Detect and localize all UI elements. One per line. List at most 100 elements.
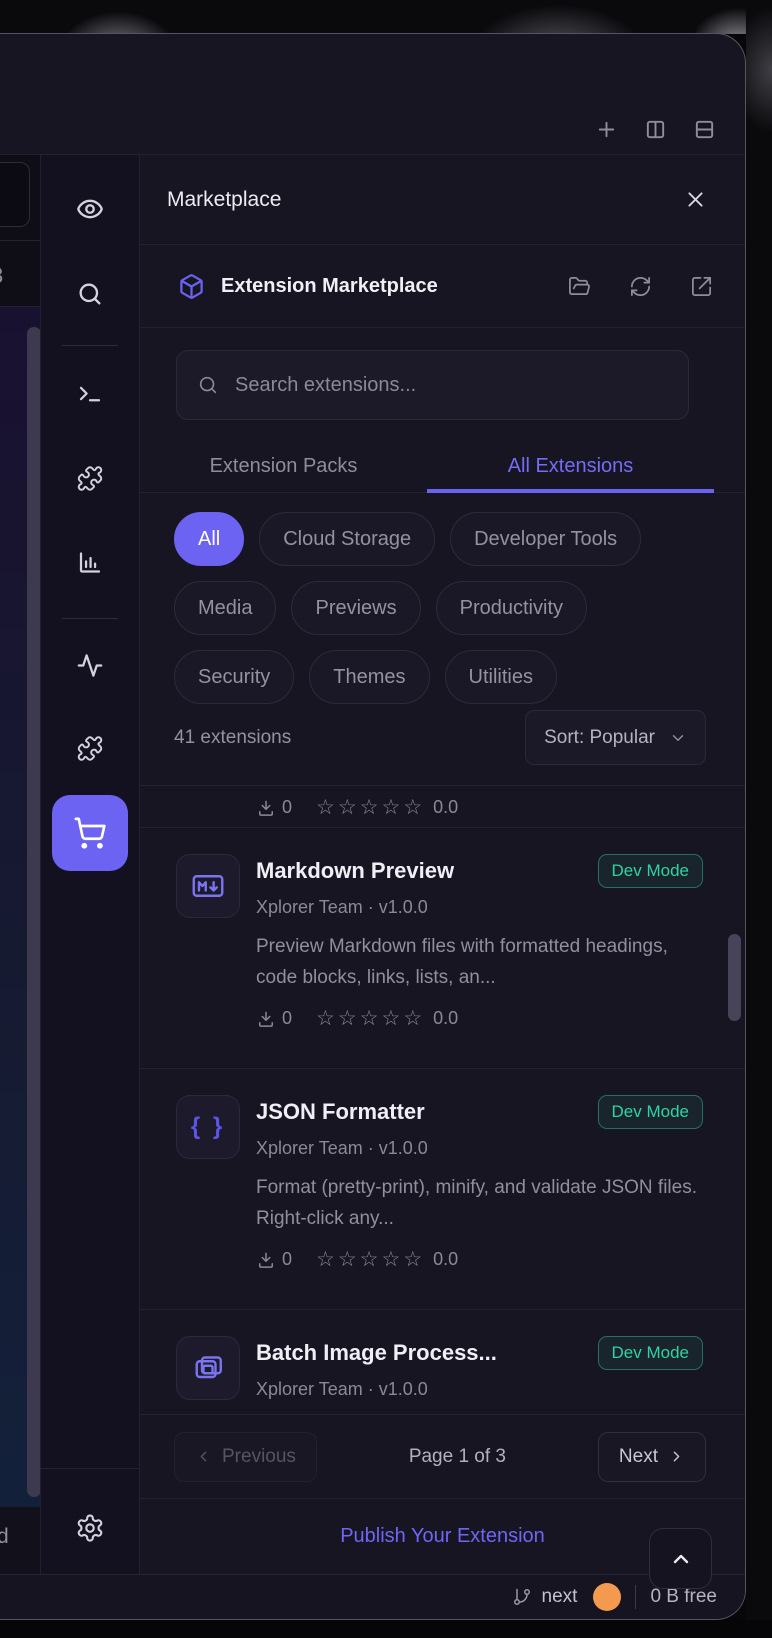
extension-name: Batch Image Process...: [256, 1340, 497, 1366]
filter-chip[interactable]: Previews: [291, 581, 420, 635]
star-rating-icons: ☆☆☆☆☆: [316, 1006, 425, 1031]
clipped-text: d: [0, 1525, 9, 1549]
refresh-icon[interactable]: [629, 275, 652, 298]
chevron-left-icon: [195, 1448, 212, 1465]
page-indicator: Page 1 of 3: [317, 1446, 598, 1468]
filter-chip-label: Developer Tools: [474, 528, 617, 551]
filter-chip-label: Security: [198, 666, 270, 689]
bar-chart-icon[interactable]: [77, 549, 104, 576]
statusbar-divider: [635, 1585, 636, 1609]
puzzle-icon[interactable]: [77, 465, 104, 492]
next-label: Next: [619, 1446, 658, 1468]
sidebar-divider: [41, 1468, 139, 1469]
extension-description: Batch resize, convert, and compress imag…: [256, 1413, 703, 1414]
clipped-statusbar-cell: d: [0, 1507, 40, 1574]
extension-card-body: Batch Image Process... Dev Mode Xplorer …: [256, 1336, 703, 1414]
extension-card[interactable]: Markdown Preview Dev Mode Xplorer Team ·…: [140, 827, 745, 1068]
clipped-button[interactable]: [0, 162, 30, 227]
shopping-cart-icon: [73, 816, 107, 850]
photo-background-top: [0, 0, 772, 34]
plugin-icon[interactable]: [77, 735, 104, 762]
filter-chips: All Cloud Storage Developer Tools Media Prev…: [140, 493, 745, 710]
external-link-icon[interactable]: [690, 275, 713, 298]
rating-value: 0.0: [433, 1249, 458, 1270]
chevron-down-icon: [669, 729, 687, 747]
filter-chip[interactable]: Security: [174, 650, 294, 704]
activity-icon[interactable]: [77, 652, 104, 679]
filter-chip[interactable]: Developer Tools: [450, 512, 641, 566]
extension-icon: [176, 854, 240, 918]
tab-all-extensions[interactable]: All Extensions: [427, 440, 714, 492]
clipped-text: 3: [0, 263, 3, 289]
extension-name: JSON Formatter: [256, 1099, 425, 1125]
search-icon: [197, 374, 219, 396]
clipped-panel-edge: [27, 327, 40, 1497]
split-view-horizontal-icon[interactable]: [693, 118, 716, 141]
download-icon: [256, 1009, 276, 1029]
search-input[interactable]: [233, 373, 668, 398]
json-braces-icon: { }: [191, 1113, 225, 1141]
filter-chip[interactable]: Utilities: [445, 650, 557, 704]
gear-icon[interactable]: [75, 1513, 105, 1543]
clipped-text-cell: 3: [0, 241, 40, 307]
split-view-vertical-icon[interactable]: [644, 118, 667, 141]
previous-page-button[interactable]: Previous: [174, 1432, 317, 1482]
markdown-icon: [190, 868, 226, 904]
rating-value: 0.0: [433, 797, 458, 818]
marketplace-title: Extension Marketplace: [221, 275, 438, 298]
plus-icon[interactable]: [595, 118, 618, 141]
extension-card[interactable]: { } JSON Formatter Dev Mode Xplorer Team…: [140, 1068, 745, 1309]
search-icon[interactable]: [76, 280, 104, 308]
filter-chip[interactable]: Media: [174, 581, 276, 635]
download-count: 0: [282, 1249, 292, 1270]
git-branch-item[interactable]: next: [512, 1586, 578, 1608]
previous-label: Previous: [222, 1446, 296, 1468]
eye-icon[interactable]: [76, 195, 104, 223]
next-page-button[interactable]: Next: [598, 1432, 706, 1482]
filter-chip-label: All: [198, 528, 220, 551]
filter-chip-label: Media: [198, 597, 252, 620]
terminal-icon[interactable]: [77, 380, 104, 407]
filter-chip[interactable]: All: [174, 512, 244, 566]
filter-chip[interactable]: Themes: [309, 650, 429, 704]
status-dot[interactable]: [593, 1583, 621, 1611]
extension-list: 0 ☆☆☆☆☆ 0.0 Markdown Preview Dev Mode Xp…: [140, 785, 745, 1414]
extension-stats: 0 ☆☆☆☆☆ 0.0: [256, 1247, 703, 1272]
branch-name: next: [542, 1586, 578, 1608]
sort-dropdown[interactable]: Sort: Popular: [525, 710, 706, 765]
extension-icon: [176, 1336, 240, 1400]
download-icon: [256, 1250, 276, 1270]
window-top-bar: [0, 34, 745, 155]
tab-extension-packs[interactable]: Extension Packs: [140, 440, 427, 492]
marketplace-sidebar-button[interactable]: [52, 795, 128, 871]
free-space-label: 0 B free: [650, 1586, 717, 1608]
filter-chip[interactable]: Cloud Storage: [259, 512, 435, 566]
status-bar: next 0 B free: [0, 1574, 745, 1619]
extension-count: 41 extensions: [174, 710, 291, 765]
extension-stats: 0 ☆☆☆☆☆ 0.0: [256, 1006, 703, 1031]
scrollbar-thumb[interactable]: [728, 934, 741, 1021]
filter-chip-label: Cloud Storage: [283, 528, 411, 551]
filter-chip[interactable]: Productivity: [436, 581, 587, 635]
publish-extension-link[interactable]: Publish Your Extension: [340, 1525, 545, 1548]
photo-background-right: [746, 0, 772, 1638]
sort-row: 41 extensions Sort: Popular: [140, 710, 745, 785]
star-rating-icons: ☆☆☆☆☆: [316, 1247, 425, 1272]
download-count: 0: [282, 797, 292, 818]
extension-card-body: JSON Formatter Dev Mode Xplorer Team · v…: [256, 1095, 703, 1272]
folder-open-icon[interactable]: [568, 275, 591, 298]
close-icon[interactable]: [685, 189, 706, 210]
rating-value: 0.0: [433, 1008, 458, 1029]
sidebar-divider: [62, 345, 118, 346]
scroll-to-top-button[interactable]: [649, 1528, 712, 1589]
extension-icon: { }: [176, 1095, 240, 1159]
download-icon: [256, 798, 276, 818]
marketplace-panel: Marketplace Extension Marketplace: [140, 155, 745, 1574]
dev-mode-badge: Dev Mode: [598, 1095, 703, 1129]
search-row: [140, 328, 745, 440]
git-branch-icon: [512, 1587, 532, 1607]
search-box[interactable]: [176, 350, 689, 420]
extension-card[interactable]: Batch Image Process... Dev Mode Xplorer …: [140, 1309, 745, 1414]
star-rating-icons: ☆☆☆☆☆: [316, 795, 425, 820]
dev-mode-badge: Dev Mode: [598, 1336, 703, 1370]
